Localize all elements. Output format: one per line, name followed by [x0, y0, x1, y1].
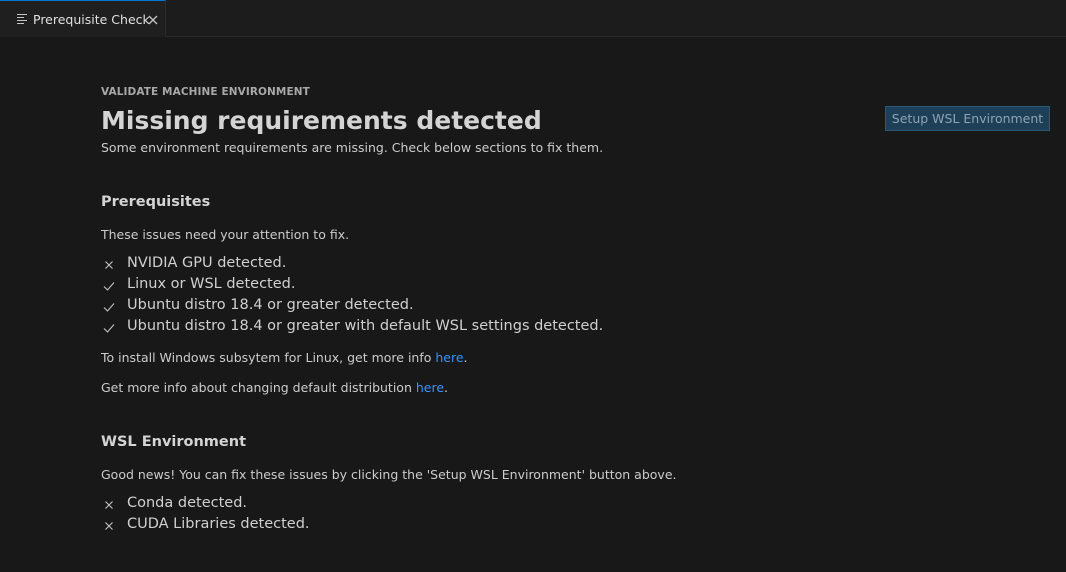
list-item-label: Linux or WSL detected.	[127, 276, 296, 292]
distro-info-suffix: .	[444, 380, 448, 395]
check-icon	[103, 320, 115, 333]
page-subtitle: Some environment requirements are missin…	[101, 140, 604, 155]
x-mark-icon	[103, 518, 115, 530]
wsl-install-info-suffix: .	[463, 350, 468, 365]
wsl-environment-description: Good news! You can fix these issues by c…	[101, 467, 677, 482]
list-item-label: NVIDIA GPU detected.	[127, 255, 287, 271]
wsl-environment-list: Conda detected. CUDA Libraries detected.	[101, 493, 310, 535]
prerequisites-description: These issues need your attention to fix.	[101, 227, 350, 242]
wsl-install-link[interactable]: here	[435, 350, 463, 365]
tab-label: Prerequisite Check	[33, 12, 150, 27]
wsl-environment-heading: WSL Environment	[101, 434, 247, 450]
x-mark-icon	[103, 497, 115, 509]
list-item: Ubuntu distro 18.4 or greater detected.	[101, 295, 603, 316]
x-mark-icon	[103, 257, 115, 269]
wsl-install-info-text: To install Windows subsytem for Linux, g…	[101, 350, 436, 365]
editor-tab-bar: Prerequisite Check	[0, 0, 1066, 37]
list-item: CUDA Libraries detected.	[101, 514, 310, 535]
check-icon	[103, 278, 115, 291]
list-item: Conda detected.	[101, 493, 310, 514]
prerequisites-heading: Prerequisites	[101, 194, 211, 210]
tab-prerequisite-check[interactable]: Prerequisite Check	[0, 0, 166, 37]
page-title: Missing requirements detected	[101, 106, 542, 135]
distro-info: Get more info about changing default dis…	[101, 380, 448, 395]
close-icon[interactable]	[146, 12, 160, 26]
check-icon	[103, 299, 115, 312]
wsl-install-info: To install Windows subsytem for Linux, g…	[101, 350, 468, 365]
list-item: Linux or WSL detected.	[101, 274, 603, 295]
prerequisites-list: NVIDIA GPU detected. Linux or WSL detect…	[101, 253, 603, 337]
preview-lines-icon	[17, 14, 27, 24]
list-item-label: CUDA Libraries detected.	[127, 516, 310, 532]
setup-wsl-environment-button[interactable]: Setup WSL Environment	[885, 106, 1050, 131]
list-item-label: Ubuntu distro 18.4 or greater detected.	[127, 297, 414, 313]
distro-info-link[interactable]: here	[416, 380, 444, 395]
list-item: Ubuntu distro 18.4 or greater with defau…	[101, 316, 603, 337]
page-eyebrow: VALIDATE MACHINE ENVIRONMENT	[101, 86, 310, 98]
list-item-label: Ubuntu distro 18.4 or greater with defau…	[127, 318, 604, 334]
list-item-label: Conda detected.	[127, 495, 248, 511]
distro-info-text: Get more info about changing default dis…	[101, 380, 416, 395]
list-item: NVIDIA GPU detected.	[101, 253, 603, 274]
